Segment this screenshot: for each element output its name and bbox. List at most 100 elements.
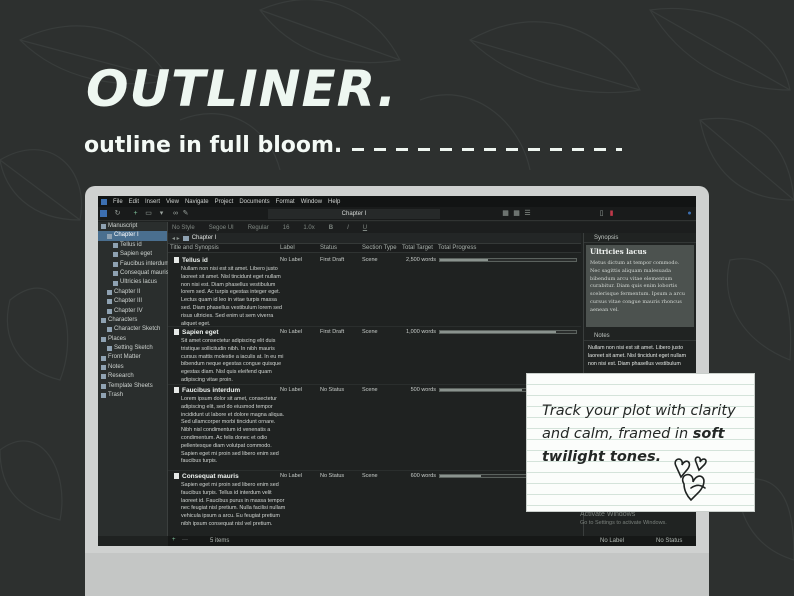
binder-item[interactable]: Sapien eget	[98, 250, 167, 259]
underline-button[interactable]: U	[363, 225, 367, 231]
col-label[interactable]: Label	[280, 245, 295, 251]
compose-icon[interactable]: ✎	[182, 210, 189, 217]
binder-item-icon	[113, 280, 118, 286]
binder-item[interactable]: Research	[98, 372, 167, 381]
row-title-text: Tellus id	[182, 257, 208, 264]
outline-row[interactable]: Faucibus interdum Lorem ipsum dolor sit a…	[168, 385, 581, 471]
row-title-text: Faucibus interdum	[182, 387, 241, 394]
row-title[interactable]: Faucibus interdum	[174, 387, 240, 394]
binder-item[interactable]: Faucibus interdum	[98, 260, 169, 269]
scrivenings-icon[interactable]: ▦	[502, 210, 509, 217]
col-total-target[interactable]: Total Target	[402, 245, 433, 251]
binder-item-label: Characters	[108, 316, 138, 323]
binder-item[interactable]: Tellus id	[98, 241, 167, 250]
document-icon	[174, 329, 179, 335]
binder-item[interactable]: Characters	[98, 316, 167, 325]
row-section-type[interactable]: Scene	[362, 473, 378, 479]
binder-item[interactable]: Consequat mauris	[98, 269, 169, 278]
corkboard-icon[interactable]: ▦	[513, 210, 520, 217]
binder-item-icon	[107, 299, 112, 305]
menu-insert[interactable]: Insert	[145, 199, 160, 205]
binder-item[interactable]: Manuscript	[98, 222, 167, 231]
inspector-info-icon[interactable]: ●	[686, 210, 693, 217]
notes-body[interactable]: Nullam non nisi est sit amet. Libero jus…	[584, 341, 696, 371]
notes-section: Notes Nullam non nisi est sit amet. Libe…	[584, 331, 696, 371]
binder-item[interactable]: Template Sheets	[98, 382, 167, 391]
document-icon	[174, 473, 179, 479]
progress-bar	[439, 258, 577, 262]
menu-format[interactable]: Format	[276, 199, 295, 205]
italic-button[interactable]: I	[347, 225, 349, 231]
binder-item[interactable]: Notes	[98, 363, 167, 372]
editor-header: ◂ ▸ Chapter I	[168, 233, 581, 244]
back-icon[interactable]: ◂ ▸	[172, 235, 180, 242]
row-title[interactable]: Consequat mauris	[174, 473, 239, 480]
row-target: 500 words	[410, 387, 436, 393]
trash-icon[interactable]: ▾	[158, 210, 165, 217]
sync-icon[interactable]: ↻	[114, 210, 121, 217]
add-icon[interactable]: +	[132, 210, 139, 217]
row-section-type[interactable]: Scene	[362, 329, 378, 335]
row-status[interactable]: No Status	[320, 387, 344, 393]
row-section-type[interactable]: Scene	[362, 387, 378, 393]
progress-bar	[439, 330, 577, 334]
size-select[interactable]: 16	[283, 225, 290, 231]
font-select[interactable]: Segoe UI	[209, 225, 234, 231]
binder-item-label: Setting Sketch	[114, 345, 153, 352]
bold-button[interactable]: B	[329, 225, 333, 231]
col-section-type[interactable]: Section Type	[362, 245, 397, 251]
line-spacing-select[interactable]: 1.0x	[303, 225, 314, 231]
menu-edit[interactable]: Edit	[129, 199, 139, 205]
row-label[interactable]: No Label	[280, 329, 302, 335]
weight-select[interactable]: Regular	[248, 225, 269, 231]
binder-item[interactable]: Chapter I	[98, 231, 167, 241]
binder-item[interactable]: Trash	[98, 391, 167, 400]
row-label[interactable]: No Label	[280, 257, 302, 263]
outline-row[interactable]: Sapien eget Sit amet consectetur adipisci…	[168, 327, 581, 385]
row-section-type[interactable]: Scene	[362, 257, 378, 263]
binder-item[interactable]: Front Matter	[98, 353, 167, 362]
flag-icon[interactable]: ▮	[608, 210, 615, 217]
binder-item-icon	[113, 271, 118, 277]
binder-item-label: Places	[108, 335, 127, 342]
binder-item[interactable]: Character Sketch	[98, 325, 167, 334]
menu-documents[interactable]: Documents	[239, 199, 269, 205]
binder-item[interactable]: Chapter II	[98, 288, 167, 297]
col-title[interactable]: Title and Synopsis	[170, 245, 219, 251]
menu-navigate[interactable]: Navigate	[185, 199, 209, 205]
menu-help[interactable]: Help	[328, 199, 340, 205]
row-label[interactable]: No Label	[280, 473, 302, 479]
binder-toggle-icon[interactable]	[100, 210, 107, 217]
outline-row[interactable]: Consequat mauris Sapien eget mi proin sed…	[168, 471, 581, 536]
menu-file[interactable]: File	[113, 199, 123, 205]
row-label[interactable]: No Label	[280, 387, 302, 393]
menu-project[interactable]: Project	[215, 199, 234, 205]
binder-item[interactable]: Places	[98, 335, 167, 344]
more-icon[interactable]: ···	[182, 537, 188, 543]
status-label[interactable]: No Label	[600, 538, 624, 544]
progress-fill	[440, 389, 522, 391]
folder-icon[interactable]: ▭	[145, 210, 152, 217]
col-total-progress[interactable]: Total Progress	[438, 245, 476, 251]
col-status[interactable]: Status	[320, 245, 337, 251]
binder-item[interactable]: Chapter IV	[98, 307, 167, 316]
row-status[interactable]: First Draft	[320, 257, 344, 263]
style-select[interactable]: No Style	[172, 225, 195, 231]
row-status[interactable]: No Status	[320, 473, 344, 479]
row-title[interactable]: Sapien eget	[174, 329, 218, 336]
binder-item[interactable]: Setting Sketch	[98, 344, 167, 353]
menu-window[interactable]: Window	[301, 199, 322, 205]
row-title[interactable]: Tellus id	[174, 257, 208, 264]
row-status[interactable]: First Draft	[320, 329, 344, 335]
status-status[interactable]: No Status	[656, 538, 682, 544]
outline-row[interactable]: Tellus id Nullam non nisi est sit amet. L…	[168, 255, 581, 327]
outliner-icon[interactable]: ☰	[524, 210, 531, 217]
menu-view[interactable]: View	[166, 199, 179, 205]
binder-item[interactable]: Chapter III	[98, 297, 167, 306]
synopsis-card[interactable]: Ultricies lacus Metus dictum at tempor c…	[586, 245, 694, 327]
link-icon[interactable]: ∞	[172, 210, 179, 217]
row-title-text: Sapien eget	[182, 329, 219, 336]
add-item-icon[interactable]: +	[172, 537, 176, 543]
bookmark-icon[interactable]: ▯	[598, 210, 605, 217]
binder-item[interactable]: Ultricies lacus	[98, 278, 167, 287]
